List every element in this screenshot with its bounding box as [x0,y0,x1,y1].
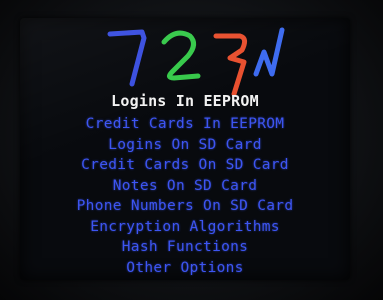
logo-glyph-1 [107,29,147,87]
logo-glyph-3 [213,33,248,96]
lcd-screen: Logins In EEPROM Credit Cards In EEPROM … [20,18,350,280]
menu-item-hash-functions[interactable]: Hash Functions [20,237,350,258]
device-bezel: Logins In EEPROM Credit Cards In EEPROM … [0,0,383,300]
menu-item-phone-numbers-sd[interactable]: Phone Numbers On SD Card [20,196,350,217]
menu-item-other-options[interactable]: Other Options [20,258,350,279]
menu-item-encryption-algorithms[interactable]: Encryption Algorithms [20,217,350,238]
logo-glyph-2 [161,30,201,81]
menu-item-logins-sd[interactable]: Logins On SD Card [20,135,350,156]
menu-item-credit-cards-sd[interactable]: Credit Cards On SD Card [20,155,350,176]
menu-item-notes-sd[interactable]: Notes On SD Card [20,176,350,197]
logo-glyph-4 [253,27,285,77]
main-menu: Credit Cards In EEPROM Logins On SD Card… [20,114,350,278]
app-logo [107,27,285,96]
menu-item-credit-cards-eeprom[interactable]: Credit Cards In EEPROM [20,114,350,135]
menu-title-selected[interactable]: Logins In EEPROM [20,92,350,110]
